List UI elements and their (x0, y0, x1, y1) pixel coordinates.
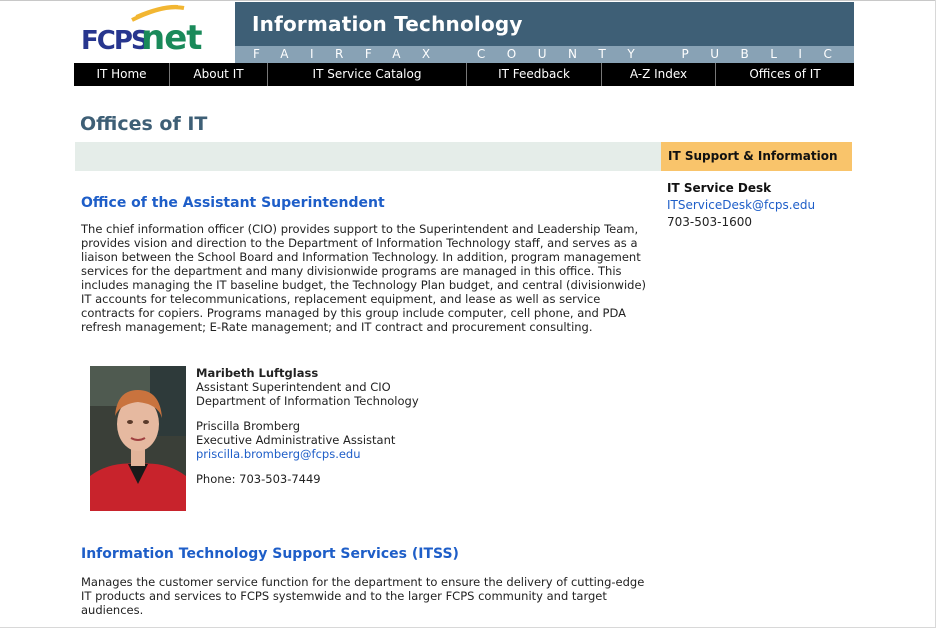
contact-phone: Phone: 703-503-7449 (196, 472, 321, 486)
nav-it-home[interactable]: IT Home (74, 63, 170, 86)
section-asst-superintendent: Office of the Assistant Superintendent (81, 195, 656, 211)
nav-service-catalog[interactable]: IT Service Catalog (268, 63, 467, 86)
section-heading-asst-superintendent[interactable]: Office of the Assistant Superintendent (81, 195, 656, 211)
fcpsnet-logo[interactable]: FCPS net (74, 2, 235, 63)
logo-text-net: net (141, 18, 202, 58)
banner-title: Information Technology (252, 12, 523, 36)
section-body-asst-superintendent: The chief information officer (CIO) prov… (81, 222, 647, 334)
assistant-name: Priscilla Bromberg (196, 419, 301, 433)
cio-portrait-photo (90, 366, 186, 511)
nav-about-it[interactable]: About IT (170, 63, 268, 86)
content-header-bar (75, 142, 661, 171)
sidebar-panel: IT Service Desk ITServiceDesk@fcps.edu 7… (667, 180, 852, 231)
assistant-title: Executive Administrative Assistant (196, 433, 396, 447)
banner-subtitle: FAIRFAX COUNTY PUBLIC SCHOOLS (235, 46, 854, 63)
page-wrapper: FCPS net Information Technology FAIRFAX … (74, 2, 854, 86)
section-heading-itss[interactable]: Information Technology Support Services … (81, 546, 656, 562)
section-body-itss-wrap: Manages the customer service function fo… (81, 575, 656, 617)
contact-name: Maribeth Luftglass (196, 366, 319, 380)
site-header: FCPS net Information Technology FAIRFAX … (74, 2, 854, 63)
assistant-email-link[interactable]: priscilla.bromberg@fcps.edu (196, 447, 361, 461)
section-body-itss: Manages the customer service function fo… (81, 575, 645, 617)
section-body-asst-superintendent-wrap: The chief information officer (CIO) prov… (81, 222, 656, 334)
page-title: Offices of IT (80, 113, 208, 135)
service-desk-phone: 703-503-1600 (667, 215, 753, 229)
main-nav: IT Home About IT IT Service Catalog IT F… (74, 63, 854, 86)
cio-contact-block: Maribeth Luftglass Assistant Superintend… (196, 366, 419, 486)
nav-offices-of-it[interactable]: Offices of IT (716, 63, 854, 86)
contact-title-1: Assistant Superintendent and CIO (196, 380, 391, 394)
sidebar-heading: IT Support & Information (661, 142, 852, 171)
service-desk-title: IT Service Desk (667, 181, 772, 195)
nav-feedback[interactable]: IT Feedback (467, 63, 602, 86)
service-desk-email-link[interactable]: ITServiceDesk@fcps.edu (667, 198, 815, 212)
contact-title-2: Department of Information Technology (196, 394, 419, 408)
section-itss: Information Technology Support Services … (81, 546, 656, 562)
nav-az-index[interactable]: A-Z Index (602, 63, 716, 86)
header-banner: Information Technology FAIRFAX COUNTY PU… (235, 2, 854, 63)
logo-text-fcps: FCPS (81, 26, 148, 56)
